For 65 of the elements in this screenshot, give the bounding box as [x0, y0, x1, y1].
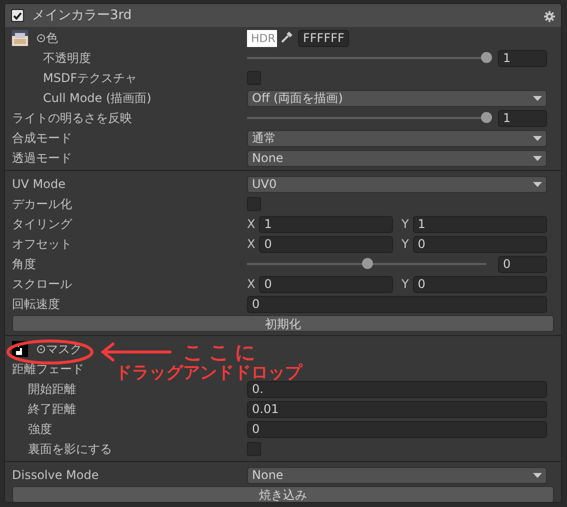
annotation-text: ここに — [183, 342, 261, 362]
field-label: MSDFテクスチャ — [43, 70, 138, 87]
axis-label: Y — [401, 236, 409, 253]
slider-handle[interactable] — [362, 258, 372, 269]
number-field[interactable]: 0 — [498, 256, 547, 272]
field-label: 裏面を影にする — [28, 441, 112, 458]
annotation-text: ドラッグアンドドロップ — [115, 365, 302, 382]
eyedropper-icon[interactable] — [279, 31, 293, 45]
caret-icon — [533, 156, 542, 160]
field-label: ⊙色 — [36, 30, 58, 47]
number-field[interactable]: 0 — [412, 276, 548, 292]
axis-label: X — [247, 236, 256, 253]
slider-handle[interactable] — [481, 112, 492, 123]
field-label: 開始距離 — [28, 381, 76, 398]
axis-label: Y — [401, 276, 409, 293]
field-label: オフセット — [12, 236, 72, 253]
field-label: 終了距離 — [28, 401, 76, 418]
field-label: 距離フェード — [12, 361, 84, 378]
settings-icon[interactable] — [544, 10, 555, 22]
annotation-arrow — [100, 342, 172, 362]
slider-handle[interactable] — [481, 52, 492, 63]
number-field[interactable]: 0 — [247, 296, 547, 312]
dropdown[interactable]: 通常 — [247, 130, 547, 146]
field-label: UV Mode — [12, 176, 66, 193]
dropdown[interactable]: UV0 — [247, 176, 547, 192]
number-field[interactable]: 1 — [259, 216, 394, 232]
hdr-color-swatch[interactable]: HDR — [247, 30, 277, 46]
axis-label: X — [247, 276, 256, 293]
number-field[interactable]: 0 — [412, 236, 548, 252]
checkbox[interactable] — [11, 9, 24, 22]
field-label: ライトの明るさを反映 — [12, 110, 132, 127]
caret-icon — [533, 136, 542, 140]
field-label: 角度 — [12, 256, 36, 273]
number-field[interactable]: 0 — [259, 236, 394, 252]
field-label: タイリング — [12, 216, 72, 233]
number-field[interactable]: 1 — [412, 216, 548, 232]
caret-icon — [533, 96, 542, 100]
number-field[interactable]: 0. — [247, 380, 547, 398]
texture-thumbnail[interactable] — [12, 30, 28, 46]
field-label: デカール化 — [12, 196, 72, 213]
field-label: スクロール — [12, 276, 72, 293]
reset-button[interactable]: 初期化 — [12, 315, 554, 332]
caret-icon — [533, 472, 542, 478]
axis-label: Y — [401, 216, 409, 233]
field-label: Dissolve Mode — [12, 467, 99, 484]
number-field[interactable]: 1 — [498, 110, 547, 126]
reset-button[interactable]: 焼き込み — [12, 486, 554, 502]
field-label: ⊙マスク — [36, 341, 82, 358]
header-title: メインカラー3rd — [32, 6, 132, 25]
caret-icon — [533, 182, 542, 186]
field-label: 合成モード — [12, 130, 72, 147]
number-field[interactable]: 0.01 — [247, 400, 547, 418]
field-label: 回転速度 — [12, 296, 60, 313]
field-label: 不透明度 — [43, 50, 91, 67]
number-field[interactable]: 0 — [247, 420, 547, 438]
number-field[interactable]: 1 — [498, 50, 547, 66]
dropdown[interactable]: None — [247, 466, 547, 484]
hex-field[interactable]: FFFFFF — [298, 30, 350, 46]
dropdown[interactable]: Off (両面を描画) — [247, 90, 547, 106]
field-label: Cull Mode (描画面) — [43, 90, 152, 107]
dropdown[interactable]: None — [247, 150, 547, 166]
number-field[interactable]: 0 — [259, 276, 394, 292]
field-label: 強度 — [28, 421, 52, 438]
axis-label: X — [247, 216, 256, 233]
field-label: 透過モード — [12, 150, 72, 167]
